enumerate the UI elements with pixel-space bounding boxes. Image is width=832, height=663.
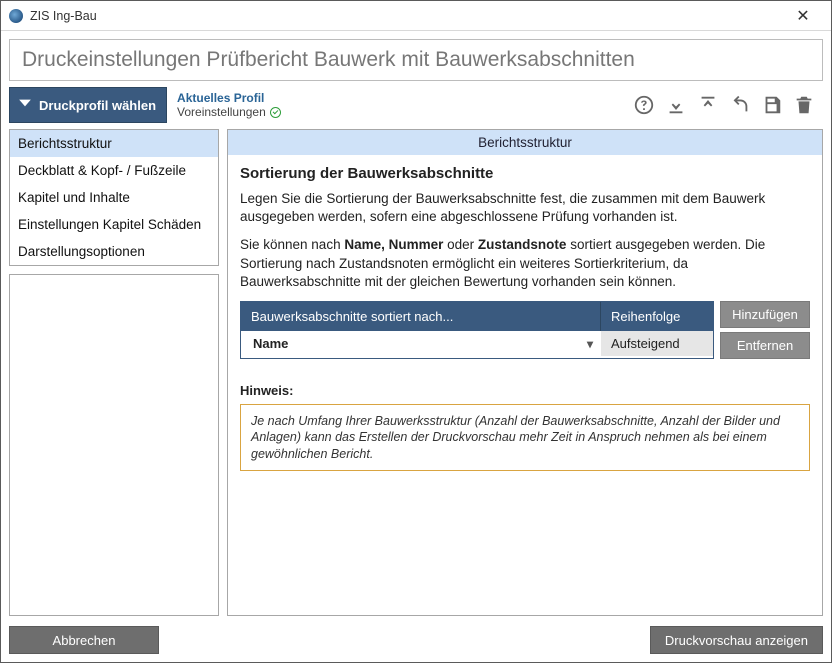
nav-item-kapitel[interactable]: Kapitel und Inhalte bbox=[10, 184, 218, 211]
profile-info-value: Voreinstellungen bbox=[177, 105, 619, 119]
titlebar: ZIS Ing-Bau ✕ bbox=[1, 1, 831, 31]
hint-box: Je nach Umfang Ihrer Bauwerksstruktur (A… bbox=[240, 404, 810, 471]
nav-item-darstellung[interactable]: Darstellungsoptionen bbox=[10, 238, 218, 265]
app-window: ZIS Ing-Bau ✕ Druckeinstellungen Prüfber… bbox=[0, 0, 832, 663]
export-icon[interactable] bbox=[693, 90, 723, 120]
section-paragraph-2: Sie können nach Name, Nummer oder Zustan… bbox=[240, 236, 810, 291]
window-body: Druckeinstellungen Prüfbericht Bauwerk m… bbox=[1, 31, 831, 662]
page-title: Druckeinstellungen Prüfbericht Bauwerk m… bbox=[9, 39, 823, 81]
profile-select-button[interactable]: Druckprofil wählen bbox=[9, 87, 167, 123]
help-icon[interactable] bbox=[629, 90, 659, 120]
sort-field-dropdown[interactable]: Name ▾ bbox=[241, 331, 601, 356]
sort-grid-header: Bauwerksabschnitte sortiert nach... Reih… bbox=[241, 302, 713, 331]
section-body: Sortierung der Bauwerksabschnitte Legen … bbox=[228, 155, 822, 615]
right-column: Berichtsstruktur Sortierung der Bauwerks… bbox=[227, 129, 823, 616]
toolbar: Druckprofil wählen Aktuelles Profil Vore… bbox=[9, 87, 823, 123]
close-button[interactable]: ✕ bbox=[783, 6, 823, 26]
nav-list: Berichtsstruktur Deckblatt & Kopf- / Fuß… bbox=[9, 129, 219, 266]
hint-label: Hinweis: bbox=[240, 383, 810, 398]
import-icon[interactable] bbox=[661, 90, 691, 120]
col-sort-header: Bauwerksabschnitte sortiert nach... bbox=[241, 302, 601, 331]
col-order-header: Reihenfolge bbox=[601, 302, 713, 331]
cancel-button[interactable]: Abbrechen bbox=[9, 626, 159, 654]
profile-select-label: Druckprofil wählen bbox=[39, 98, 156, 113]
nav-item-berichtsstruktur[interactable]: Berichtsstruktur bbox=[10, 130, 218, 157]
profile-info-label: Aktuelles Profil bbox=[177, 91, 619, 105]
footer: Abbrechen Druckvorschau anzeigen bbox=[9, 616, 823, 654]
main-columns: Berichtsstruktur Deckblatt & Kopf- / Fuß… bbox=[9, 129, 823, 616]
secondary-panel bbox=[9, 274, 219, 616]
remove-button[interactable]: Entfernen bbox=[720, 332, 810, 359]
undo-icon[interactable] bbox=[725, 90, 755, 120]
add-button[interactable]: Hinzufügen bbox=[720, 301, 810, 328]
save-icon[interactable] bbox=[757, 90, 787, 120]
section-header: Berichtsstruktur bbox=[228, 130, 822, 155]
section-paragraph-1: Legen Sie die Sortierung der Bauwerksabs… bbox=[240, 190, 810, 226]
window-title: ZIS Ing-Bau bbox=[30, 9, 783, 23]
check-icon bbox=[270, 107, 281, 118]
chevron-down-icon bbox=[15, 93, 35, 118]
chevron-down-icon: ▾ bbox=[587, 337, 593, 351]
toolbar-icons bbox=[629, 87, 823, 123]
section-title: Sortierung der Bauwerksabschnitte bbox=[240, 165, 810, 182]
nav-item-deckblatt[interactable]: Deckblatt & Kopf- / Fußzeile bbox=[10, 157, 218, 184]
sort-grid: Bauwerksabschnitte sortiert nach... Reih… bbox=[240, 301, 714, 359]
nav-item-schaeden[interactable]: Einstellungen Kapitel Schäden bbox=[10, 211, 218, 238]
sort-order-value: Aufsteigend bbox=[611, 336, 680, 351]
delete-icon[interactable] bbox=[789, 90, 819, 120]
left-column: Berichtsstruktur Deckblatt & Kopf- / Fuß… bbox=[9, 129, 219, 616]
sort-field-value: Name bbox=[253, 336, 288, 351]
sort-grid-row: Bauwerksabschnitte sortiert nach... Reih… bbox=[240, 301, 810, 359]
sort-order-dropdown[interactable]: Aufsteigend bbox=[601, 331, 713, 356]
preview-button[interactable]: Druckvorschau anzeigen bbox=[650, 626, 823, 654]
sort-grid-row-1: Name ▾ Aufsteigend bbox=[241, 331, 713, 356]
sort-buttons: Hinzufügen Entfernen bbox=[720, 301, 810, 359]
profile-info: Aktuelles Profil Voreinstellungen bbox=[167, 87, 629, 123]
app-icon bbox=[9, 9, 23, 23]
